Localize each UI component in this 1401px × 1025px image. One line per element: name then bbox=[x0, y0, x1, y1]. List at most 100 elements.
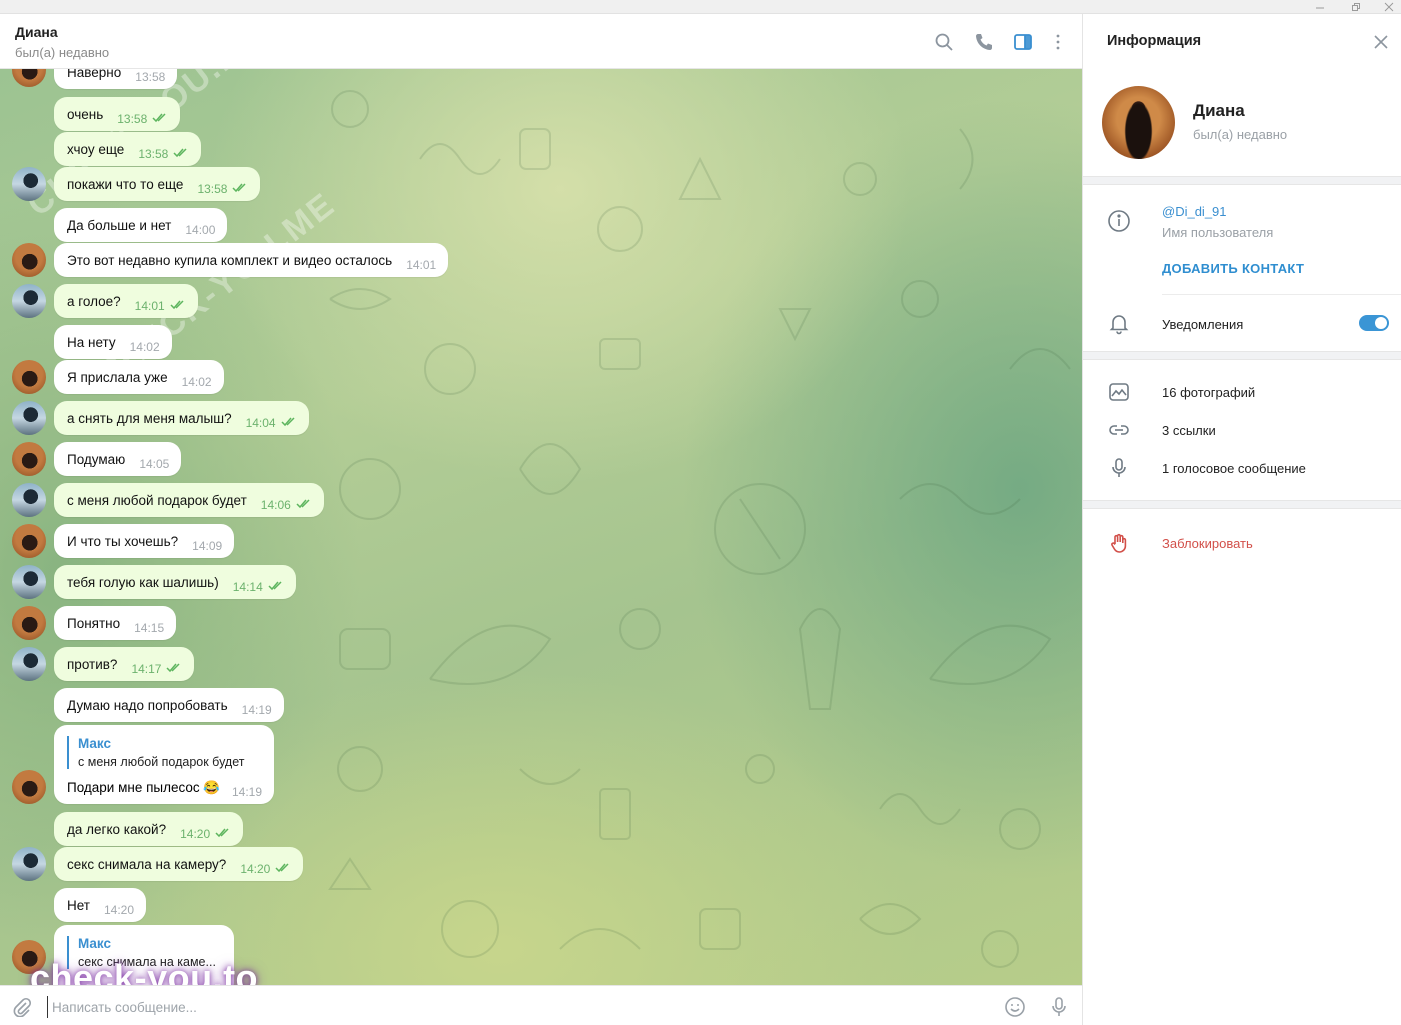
reply-author: Макс bbox=[78, 936, 112, 951]
media-voice[interactable]: 1 голосовое сообщение bbox=[1162, 461, 1306, 476]
notifications-label: Уведомления bbox=[1162, 317, 1244, 332]
media-photos[interactable]: 16 фотографий bbox=[1162, 385, 1255, 400]
message-text: На нету bbox=[67, 334, 116, 350]
more-menu-button[interactable] bbox=[1046, 30, 1070, 54]
avatar-diana[interactable] bbox=[12, 770, 46, 804]
minimize-icon bbox=[1316, 7, 1324, 9]
message-text: Подари мне пылесос 😂 bbox=[67, 780, 221, 795]
info-panel-title: Информация bbox=[1107, 33, 1202, 49]
search-button[interactable] bbox=[932, 30, 956, 54]
avatar-diana[interactable] bbox=[12, 442, 46, 476]
chat-header: Диана был(а) недавно bbox=[0, 14, 1082, 69]
read-check-icon bbox=[275, 861, 291, 876]
smiley-icon bbox=[1005, 997, 1025, 1017]
message-outgoing[interactable]: с меня любой подарок будет 14:06 bbox=[54, 483, 324, 517]
message-outgoing[interactable]: да легко какой? 14:20 bbox=[54, 812, 244, 846]
avatar-max[interactable] bbox=[12, 647, 46, 681]
chat-history[interactable]: CHECK-YOU.ME CHECK-YOU.ME Наверно 13:58 … bbox=[0, 69, 1082, 985]
message-text: Наверно bbox=[67, 69, 122, 80]
profile-avatar[interactable] bbox=[1102, 86, 1175, 159]
notifications-toggle[interactable] bbox=[1359, 315, 1389, 331]
voice-record-button[interactable] bbox=[1047, 995, 1071, 1019]
attach-button[interactable] bbox=[10, 995, 34, 1019]
message-outgoing[interactable]: хчоу еще 13:58 bbox=[54, 132, 202, 166]
avatar-max[interactable] bbox=[12, 847, 46, 881]
message-text: Я прислала уже bbox=[67, 369, 168, 385]
message-time: 14:20 bbox=[104, 903, 135, 917]
message-text: Понятно bbox=[67, 615, 121, 631]
message-outgoing[interactable]: тебя голую как шалишь) 14:14 bbox=[54, 565, 296, 599]
message-time: 14:01 bbox=[134, 299, 165, 313]
avatar-max[interactable] bbox=[12, 401, 46, 435]
read-check-icon bbox=[232, 181, 248, 196]
message-incoming[interactable]: Подумаю 14:05 bbox=[54, 442, 182, 476]
message-time: 14:20 bbox=[180, 827, 211, 841]
close-info-button[interactable] bbox=[1371, 32, 1391, 52]
avatar-diana[interactable] bbox=[12, 360, 46, 394]
message-time: 13:58 bbox=[117, 112, 148, 126]
message-outgoing[interactable]: секс снимала на камеру? 14:20 bbox=[54, 847, 304, 881]
phone-icon bbox=[976, 34, 992, 50]
message-text: очень bbox=[67, 106, 104, 122]
more-vertical-icon bbox=[1056, 34, 1060, 50]
toggle-info-panel-button[interactable] bbox=[1011, 30, 1035, 54]
message-incoming[interactable]: Нет 14:20 bbox=[54, 888, 147, 922]
minimize-button[interactable] bbox=[1303, 0, 1337, 14]
avatar-max[interactable] bbox=[12, 483, 46, 517]
message-text: Нет bbox=[67, 897, 90, 913]
message-time: 14:02 bbox=[129, 340, 160, 354]
message-time: 13:58 bbox=[197, 182, 228, 196]
link-icon bbox=[1107, 418, 1131, 442]
message-incoming-reply[interactable]: Макс с меня любой подарок будет Подари м… bbox=[54, 725, 274, 804]
emoji-button[interactable] bbox=[1003, 995, 1027, 1019]
section-divider bbox=[1083, 500, 1401, 509]
username-link[interactable]: @Di_di_91 bbox=[1162, 204, 1227, 219]
search-icon bbox=[935, 33, 953, 51]
chat-title[interactable]: Диана bbox=[15, 24, 58, 40]
media-links[interactable]: 3 ссылки bbox=[1162, 423, 1216, 438]
avatar-diana[interactable] bbox=[12, 524, 46, 558]
message-text: покажи что то еще bbox=[67, 176, 184, 192]
close-window-button[interactable] bbox=[1372, 0, 1401, 14]
message-time: 14:04 bbox=[245, 416, 276, 430]
avatar-diana[interactable] bbox=[12, 606, 46, 640]
message-outgoing[interactable]: очень 13:58 bbox=[54, 97, 181, 131]
message-incoming[interactable]: Это вот недавно купила комплект и видео … bbox=[54, 243, 449, 277]
maximize-button[interactable] bbox=[1339, 0, 1373, 14]
read-check-icon bbox=[173, 146, 189, 161]
message-outgoing[interactable]: против? 14:17 bbox=[54, 647, 195, 681]
message-incoming[interactable]: Думаю надо попробовать 14:19 bbox=[54, 688, 284, 722]
message-text: а голое? bbox=[67, 293, 121, 309]
message-incoming[interactable]: Понятно 14:15 bbox=[54, 606, 177, 640]
message-incoming[interactable]: Наверно 13:58 bbox=[54, 69, 178, 89]
message-composer bbox=[0, 985, 1082, 1025]
read-check-icon bbox=[152, 111, 168, 126]
message-time: 14:19 bbox=[241, 703, 272, 717]
avatar-diana[interactable] bbox=[12, 243, 46, 277]
close-icon bbox=[1374, 35, 1388, 49]
message-incoming[interactable]: На нету 14:02 bbox=[54, 325, 172, 359]
message-time: 14:00 bbox=[185, 223, 216, 237]
reply-quote[interactable]: Макс с меня любой подарок будет bbox=[67, 736, 244, 769]
message-incoming[interactable]: Да больше и нет 14:00 bbox=[54, 208, 228, 242]
call-button[interactable] bbox=[972, 30, 996, 54]
info-panel: Информация Диана был(а) недавно @Di_di_9… bbox=[1082, 14, 1401, 1025]
add-contact-button[interactable]: ДОБАВИТЬ КОНТАКТ bbox=[1162, 261, 1304, 276]
message-outgoing[interactable]: покажи что то еще 13:58 bbox=[54, 167, 261, 201]
avatar-max[interactable] bbox=[12, 284, 46, 318]
avatar-max[interactable] bbox=[12, 565, 46, 599]
message-time: 14:01 bbox=[406, 258, 437, 272]
message-input[interactable] bbox=[47, 996, 947, 1018]
block-user-button[interactable]: Заблокировать bbox=[1162, 536, 1253, 551]
message-outgoing[interactable]: а голое? 14:01 bbox=[54, 284, 198, 318]
message-incoming[interactable]: И что ты хочешь? 14:09 bbox=[54, 524, 235, 558]
reply-author: Макс bbox=[78, 736, 112, 751]
read-check-icon bbox=[281, 415, 297, 430]
message-incoming[interactable]: Я прислала уже 14:02 bbox=[54, 360, 224, 394]
message-time: 14:05 bbox=[139, 457, 170, 471]
bell-icon bbox=[1107, 311, 1131, 335]
message-time: 13:58 bbox=[138, 147, 169, 161]
avatar-max[interactable] bbox=[12, 167, 46, 201]
message-outgoing[interactable]: а снять для меня малыш? 14:04 bbox=[54, 401, 309, 435]
read-check-icon bbox=[268, 579, 284, 594]
